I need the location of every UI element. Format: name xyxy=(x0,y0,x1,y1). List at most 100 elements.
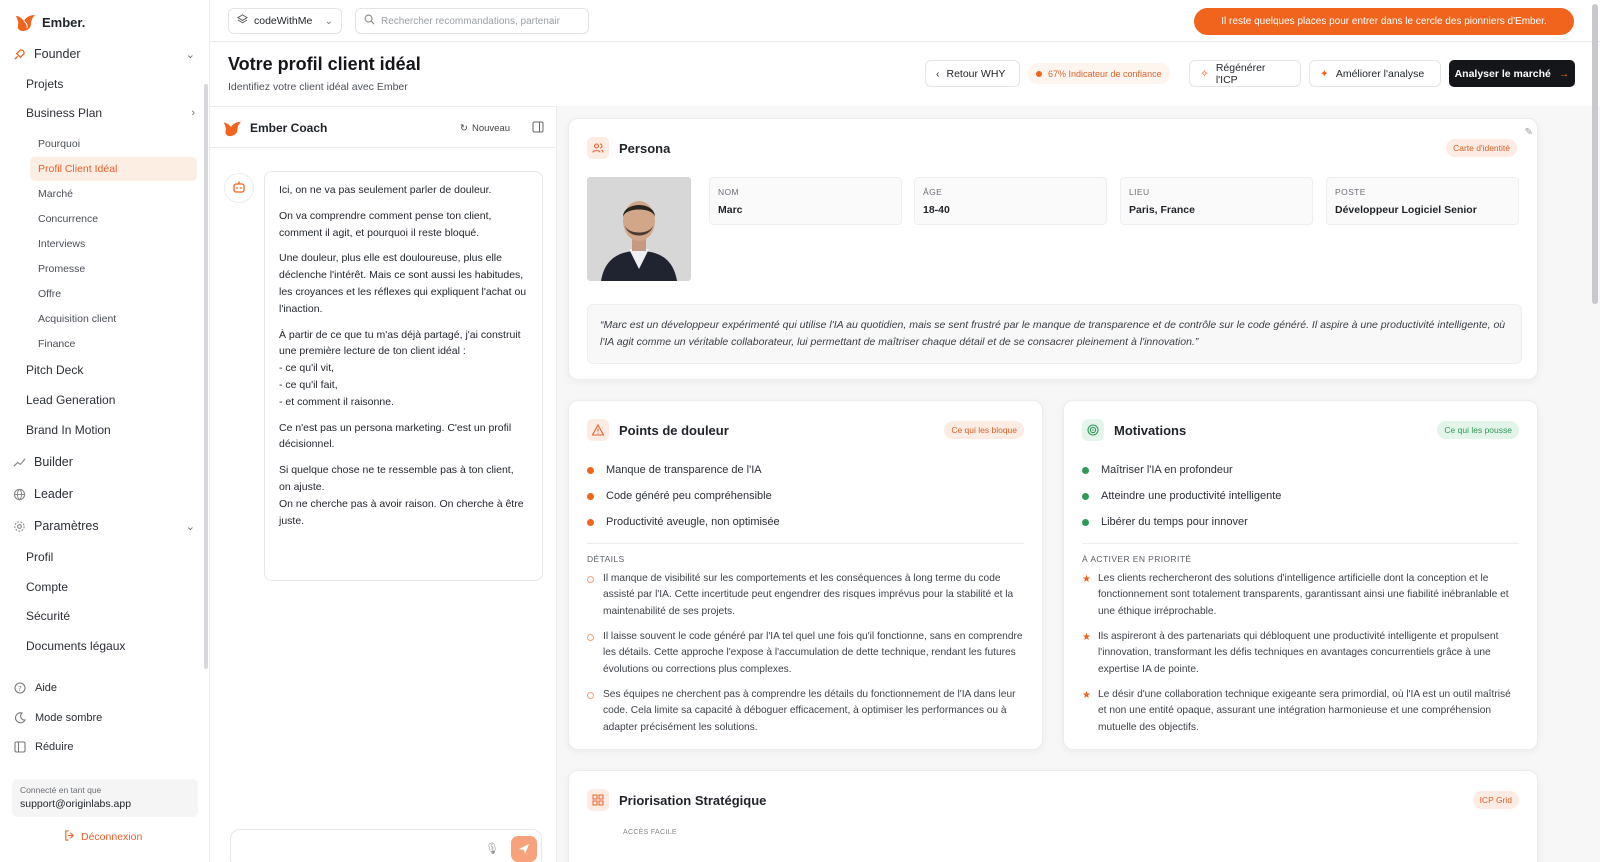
section-divider xyxy=(1082,543,1519,544)
sparkle-icon: ✧ xyxy=(1200,67,1209,80)
chevron-right-icon[interactable]: › xyxy=(191,107,195,119)
sidebar-item-business-plan[interactable]: Business Plan › xyxy=(26,101,195,125)
analyze-label: Analyser le marché xyxy=(1454,67,1551,80)
list-item-text: Code généré peu compréhensible xyxy=(606,490,772,502)
sidebar-item-concurrence[interactable]: Concurrence xyxy=(30,207,195,231)
detail-text: Il laisse souvent le code généré par l'I… xyxy=(603,630,1023,675)
sidebar-item-label: Profil xyxy=(26,550,54,564)
analyze-market-button[interactable]: Analyser le marché → xyxy=(1449,60,1575,87)
sidebar-item-promesse[interactable]: Promesse xyxy=(30,257,195,281)
details-label: DÉTAILS xyxy=(587,554,625,564)
list-item-text: Productivité aveugle, non optimisée xyxy=(606,516,780,528)
sidebar-item-lead-generation[interactable]: Lead Generation xyxy=(26,388,195,412)
pain-points-list: Manque de transparence de l'IA Code géné… xyxy=(587,457,1024,535)
search-input[interactable] xyxy=(381,15,580,27)
sidebar-item-label: Finance xyxy=(38,338,76,350)
rocket-icon xyxy=(12,47,26,61)
detail-text: Le désir d'une collaboration technique e… xyxy=(1098,688,1511,733)
bullet-dot xyxy=(1082,466,1089,474)
sidebar-item-label: Profil Client Idéal xyxy=(38,163,118,175)
field-key: LIEU xyxy=(1129,187,1150,197)
help-circle-icon: ? xyxy=(14,682,27,695)
pain-points-title: Points de douleur xyxy=(587,419,729,441)
detail-item: ★ Les clients rechercheront des solutions… xyxy=(1082,571,1519,620)
field-key: POSTE xyxy=(1335,187,1366,197)
sidebar-item-compte[interactable]: Compte xyxy=(26,575,195,599)
new-chat-button[interactable]: ↻ Nouveau xyxy=(460,123,510,134)
chevron-down-icon[interactable]: ⌄ xyxy=(186,48,195,61)
sidebar-item-label: Concurrence xyxy=(38,213,99,225)
sidebar-item-brand-in-motion[interactable]: Brand In Motion xyxy=(26,418,195,442)
detail-item: ★ Ils aspireront à des partenariats qui d… xyxy=(1082,629,1519,678)
priorisation-card: Priorisation Stratégique ICP Grid ACCÈS … xyxy=(568,770,1538,862)
list-item: Maîtriser l'IA en profondeur xyxy=(1082,457,1519,483)
improve-label: Améliorer l'analyse xyxy=(1335,67,1425,80)
list-item-text: Atteindre une productivité intelligente xyxy=(1101,490,1282,502)
icp-grid-badge: ICP Grid xyxy=(1472,791,1519,809)
message-paragraph: On va comprendre comment pense ton clien… xyxy=(279,209,492,239)
panel-toggle-icon[interactable] xyxy=(532,121,544,136)
regenerate-icp-button[interactable]: ✧ Régénérer l'ICP xyxy=(1189,60,1301,87)
sidebar-item-profil-client-ideal[interactable]: Profil Client Idéal xyxy=(30,157,197,181)
sidebar-item-profil[interactable]: Profil xyxy=(26,545,195,569)
moon-icon xyxy=(14,712,27,725)
help-link[interactable]: ? Aide xyxy=(14,677,57,699)
sidebar-item-acquisition-client[interactable]: Acquisition client xyxy=(30,307,195,331)
chevron-down-icon[interactable]: ⌄ xyxy=(186,520,195,533)
sidebar-item-offre[interactable]: Offre xyxy=(30,282,195,306)
brand-logo[interactable]: Ember. xyxy=(14,12,85,32)
edit-pencil-icon[interactable]: ✎ xyxy=(1525,127,1533,138)
sidebar-scrollbar[interactable] xyxy=(204,84,208,669)
top-bar: codeWithMe ⌄ Il reste quelques places po… xyxy=(210,0,1600,42)
logout-button[interactable]: Déconnexion xyxy=(64,830,142,844)
sidebar-item-parametres[interactable]: Paramètres ⌄ xyxy=(12,514,195,538)
workspace-name: codeWithMe xyxy=(254,15,313,27)
sidebar-item-founder[interactable]: Founder ⌄ xyxy=(12,42,195,66)
star-icon: ★ xyxy=(1082,689,1091,701)
promo-text: Il reste quelques places pour entrer dan… xyxy=(1221,16,1547,27)
app-window: Ember. Founder ⌄ Projets Business Plan ›… xyxy=(0,0,1600,862)
sidebar-item-pourquoi[interactable]: Pourquoi xyxy=(30,132,195,156)
trend-icon xyxy=(12,455,26,469)
grid-icon xyxy=(587,789,609,811)
send-button[interactable] xyxy=(511,836,537,862)
improve-analysis-button[interactable]: ✦ Améliorer l'analyse xyxy=(1309,60,1441,87)
dark-mode-toggle[interactable]: Mode sombre xyxy=(14,707,102,729)
promo-banner[interactable]: Il reste quelques places pour entrer dan… xyxy=(1194,8,1574,35)
sidebar-item-projects[interactable]: Projets xyxy=(26,72,195,96)
back-why-button[interactable]: ‹ Retour WHY xyxy=(925,60,1020,87)
field-key: NOM xyxy=(718,187,740,197)
chat-composer[interactable]: 🎙 xyxy=(230,829,542,862)
confidence-badge: 67% Indicateur de confiance xyxy=(1028,63,1170,84)
main-scrollbar[interactable] xyxy=(1592,4,1598,304)
sidebar-item-interviews[interactable]: Interviews xyxy=(30,232,195,256)
sidebar-item-securite[interactable]: Sécurité xyxy=(26,604,195,628)
field-key: ÂGE xyxy=(923,187,943,197)
layers-icon xyxy=(237,14,248,28)
search-box[interactable] xyxy=(355,8,589,34)
motivations-list: Maîtriser l'IA en profondeur Atteindre u… xyxy=(1082,457,1519,535)
sidebar-item-pitch-deck[interactable]: Pitch Deck xyxy=(26,358,195,382)
coach-divider xyxy=(210,147,556,148)
sidebar-item-leader[interactable]: Leader xyxy=(12,482,195,506)
sidebar-item-label: Offre xyxy=(38,288,62,300)
sidebar-item-marche[interactable]: Marché xyxy=(30,182,195,206)
bullet-dot xyxy=(1082,492,1089,500)
sidebar-item-builder[interactable]: Builder xyxy=(12,450,195,474)
sidebar-item-documents-legaux[interactable]: Documents légaux xyxy=(26,634,195,658)
workspace-select[interactable]: codeWithMe ⌄ xyxy=(228,8,342,34)
persona-quote: “Marc est un développeur expérimenté qui… xyxy=(587,304,1522,364)
collapse-sidebar-button[interactable]: Réduire xyxy=(14,736,74,758)
sidebar-item-finance[interactable]: Finance xyxy=(30,332,195,356)
microphone-icon[interactable]: 🎙 xyxy=(485,842,499,855)
field-value: 18-40 xyxy=(923,204,950,216)
logged-as-label: Connecté en tant que xyxy=(20,785,102,795)
confidence-dot xyxy=(1036,70,1042,77)
card-title-text: Priorisation Stratégique xyxy=(619,792,767,808)
main-content: Persona Carte d'identité ✎ NOM Marc ÂGE … xyxy=(557,106,1600,862)
logout-icon xyxy=(64,830,75,844)
bullet-dot xyxy=(587,492,594,500)
detail-item: Il laisse souvent le code généré par l'I… xyxy=(587,629,1024,678)
sidebar-item-label: Pitch Deck xyxy=(26,363,84,377)
collapse-label: Réduire xyxy=(35,741,74,753)
